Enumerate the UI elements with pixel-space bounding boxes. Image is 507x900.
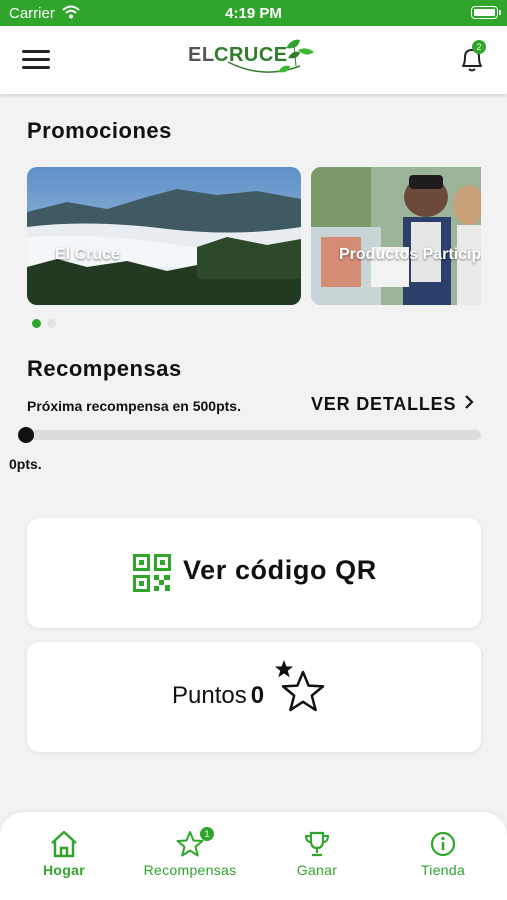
status-bar: Carrier 4:19 PM [0, 0, 507, 26]
tab-recompensas[interactable]: 1 Recompensas [130, 827, 250, 878]
promo-card-el-cruce[interactable]: El Cruce [27, 167, 301, 305]
promo-card-productos[interactable]: Productos Particip [311, 167, 481, 305]
hamburger-icon [22, 50, 50, 53]
menu-button[interactable] [22, 50, 50, 70]
tab-ganar[interactable]: Ganar [257, 830, 377, 878]
tab-label: Recompensas [143, 862, 237, 878]
points-text: Puntos 0 [172, 682, 264, 710]
tab-tienda[interactable]: Tienda [383, 830, 503, 878]
tab-label: Ganar [296, 862, 338, 878]
current-points-label: 0pts. [9, 456, 42, 472]
notifications-button[interactable]: 2 [458, 40, 488, 76]
view-details-label: VER DETALLES [311, 394, 457, 414]
tab-label: Hogar [43, 862, 85, 878]
chevron-right-icon [464, 394, 474, 415]
points-label: Puntos [172, 682, 247, 709]
points-card[interactable]: Puntos 0 [27, 642, 481, 752]
pagination-dot[interactable] [47, 319, 56, 328]
next-reward-text: Próxima recompensa en 500pts. [27, 398, 241, 414]
promotions-title: Promociones [27, 118, 172, 143]
pagination-dot-active[interactable] [32, 319, 41, 328]
promo-caption: Productos Particip [339, 246, 481, 263]
bottom-tab-bar: Hogar 1 Recompensas Ganar Tienda [0, 812, 507, 900]
promo-caption: El Cruce [55, 246, 120, 263]
progress-knob [18, 427, 34, 443]
info-icon [430, 831, 456, 857]
home-icon [51, 830, 77, 858]
view-qr-code-label: Ver código QR [183, 555, 377, 585]
carousel-pagination [32, 315, 62, 333]
notification-badge: 2 [472, 40, 486, 54]
qr-code-icon [133, 554, 171, 592]
el-cruce-logo: EL CRUCE [188, 36, 323, 84]
rewards-badge: 1 [200, 827, 214, 841]
logo-text-el: EL [188, 44, 215, 66]
rewards-title: Recompensas [27, 356, 182, 381]
tab-hogar[interactable]: Hogar [4, 830, 124, 878]
battery-icon [471, 6, 501, 19]
shopping-couple-image [311, 167, 481, 305]
rewards-progress-bar [18, 427, 481, 443]
clock: 4:19 PM [225, 5, 282, 22]
mountain-landscape-image [27, 167, 301, 305]
trophy-icon [304, 831, 330, 857]
logo-text-cruce: CRUCE [214, 44, 288, 66]
view-details-button[interactable]: VER DETALLES [311, 394, 474, 415]
star-icon [275, 660, 325, 712]
navigation-bar: EL CRUCE 2 [0, 26, 507, 94]
points-value: 0 [250, 682, 265, 709]
tab-label: Tienda [420, 862, 466, 878]
view-qr-code-button[interactable]: Ver código QR [27, 518, 481, 628]
